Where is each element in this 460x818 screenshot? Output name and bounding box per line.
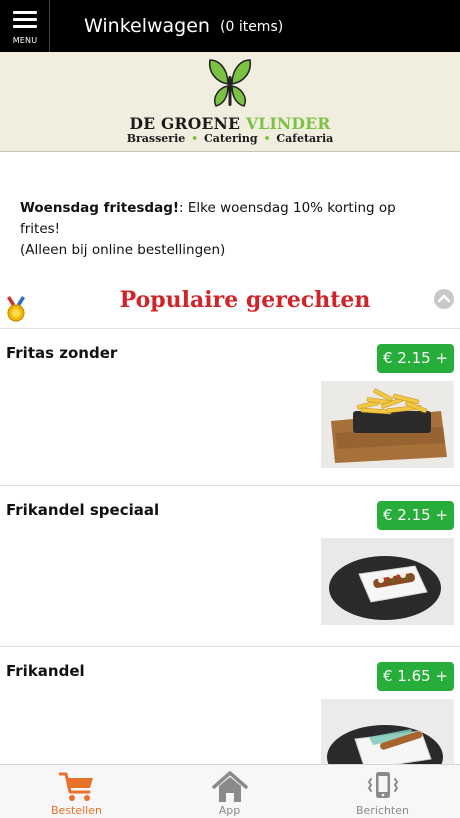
nav-berichten[interactable]: Berichten	[306, 765, 459, 818]
brand-tagline: Brasserie • Catering • Cafetaria	[126, 132, 334, 145]
nav-bestellen[interactable]: Bestellen	[0, 765, 153, 818]
menu-label: MENU	[12, 36, 38, 45]
phone-vibrate-icon	[367, 772, 399, 798]
cart-icon	[59, 772, 93, 801]
add-price-button[interactable]: € 2.15 +	[376, 344, 454, 373]
promo-note: (Alleen bij online bestellingen)	[20, 242, 226, 258]
scroll-up-button[interactable]	[434, 289, 454, 309]
bottom-nav: Bestellen App Berichten	[0, 764, 460, 818]
nav-label: Berichten	[356, 804, 409, 817]
product-item[interactable]: Fritas zonder € 2.15 +	[0, 330, 460, 486]
cart-title[interactable]: Winkelwagen	[84, 15, 210, 37]
product-item[interactable]: Frikandel € 1.65 +	[0, 648, 460, 786]
butterfly-logo-icon	[208, 59, 252, 107]
hamburger-icon	[13, 11, 37, 32]
product-name[interactable]: Frikandel speciaal	[6, 501, 159, 519]
section-title: Populaire gerechten	[119, 287, 371, 313]
promo-title: Woensdag fritesdag!	[20, 200, 180, 216]
product-image[interactable]	[321, 381, 454, 468]
product-name[interactable]: Fritas zonder	[6, 344, 117, 362]
nav-label: Bestellen	[51, 804, 102, 817]
brand-name: DE GROENE VLINDER	[129, 114, 331, 133]
menu-button[interactable]: MENU	[0, 0, 50, 52]
home-icon	[212, 771, 248, 802]
app-screen: MENU Winkelwagen (0 items) DE GROENE VLI…	[0, 0, 460, 818]
nav-label: App	[218, 804, 241, 817]
add-price-button[interactable]: € 1.65 +	[376, 662, 454, 691]
nav-app[interactable]: App	[153, 765, 306, 818]
chevron-up-icon	[438, 294, 450, 303]
product-item[interactable]: Frikandel speciaal € 2.15 +	[0, 487, 460, 647]
product-image[interactable]	[321, 538, 454, 625]
cart-count[interactable]: (0 items)	[220, 19, 283, 35]
section-header: Populaire gerechten	[0, 285, 460, 329]
top-bar: MENU Winkelwagen (0 items)	[0, 0, 460, 52]
product-name[interactable]: Frikandel	[6, 662, 85, 680]
brand-header: DE GROENE VLINDER Brasserie • Catering •…	[0, 52, 460, 152]
add-price-button[interactable]: € 2.15 +	[376, 501, 454, 530]
promo-message: Woensdag fritesdag!: Elke woensdag 10% k…	[20, 198, 440, 261]
